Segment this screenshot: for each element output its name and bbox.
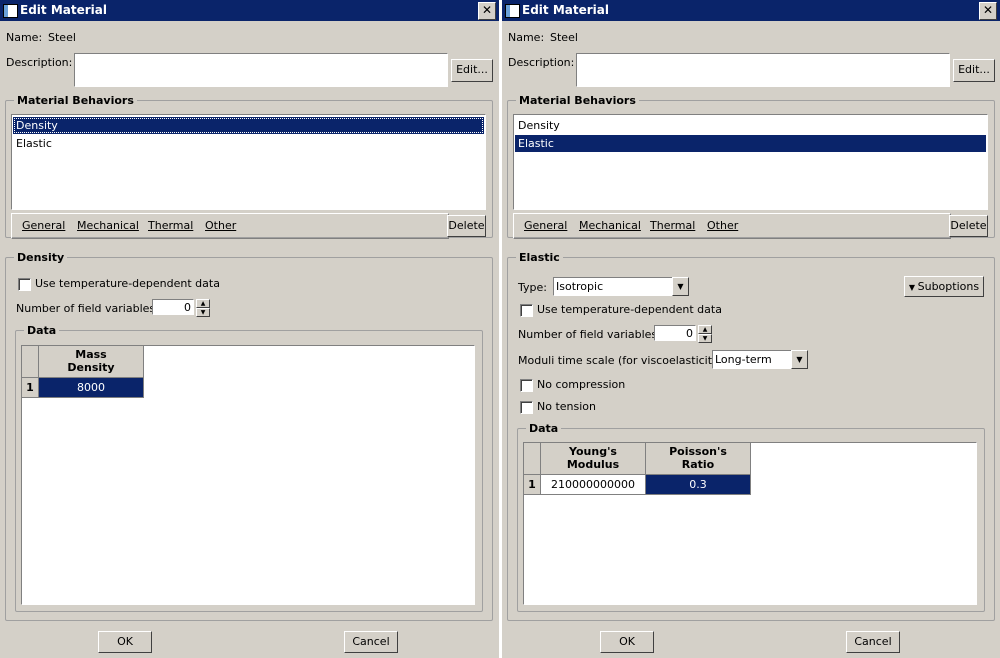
description-label: Description: — [508, 56, 575, 69]
behavior-item-elastic[interactable]: Elastic — [515, 135, 986, 152]
menu-mechanical[interactable]: Mechanical — [77, 219, 139, 232]
cancel-button[interactable]: Cancel — [344, 631, 398, 653]
field-variables-stepper[interactable]: 0 ▲ ▼ — [152, 299, 210, 317]
name-label: Name: — [6, 31, 43, 44]
use-temperature-dependent-label: Use temperature-dependent data — [537, 303, 722, 316]
edit-material-dialog-elastic: Edit Material ✕ Name: Steel Description:… — [502, 0, 1000, 658]
no-tension-label: No tension — [537, 400, 596, 413]
description-field[interactable] — [576, 53, 950, 87]
moduli-time-scale-select[interactable]: Long-term ▼ — [712, 350, 808, 369]
type-select[interactable]: Isotropic ▼ — [553, 277, 689, 296]
behavior-item-elastic[interactable]: Elastic — [13, 135, 484, 152]
increment-arrow-icon[interactable]: ▲ — [698, 325, 712, 334]
use-temperature-dependent-checkbox[interactable] — [18, 278, 31, 291]
menu-thermal[interactable]: Thermal — [650, 219, 695, 232]
column-header-youngs-modulus[interactable]: Young's Modulus — [541, 443, 646, 475]
type-value[interactable]: Isotropic — [553, 277, 689, 296]
menu-general[interactable]: General — [22, 219, 65, 232]
density-section-title: Density — [14, 251, 68, 264]
material-behaviors-title: Material Behaviors — [14, 94, 137, 107]
no-compression-checkbox[interactable] — [520, 379, 533, 392]
decrement-arrow-icon[interactable]: ▼ — [698, 334, 712, 343]
delete-button[interactable]: Delete — [447, 215, 486, 237]
description-label: Description: — [6, 56, 73, 69]
behaviors-list[interactable]: Density Elastic — [11, 114, 486, 210]
window-title: Edit Material — [20, 3, 107, 17]
table-cell-youngs-modulus[interactable]: 210000000000 — [541, 475, 646, 495]
delete-button[interactable]: Delete — [949, 215, 988, 237]
suboptions-label: Suboptions — [917, 280, 980, 293]
menu-other[interactable]: Other — [205, 219, 236, 232]
no-compression-label: No compression — [537, 378, 626, 391]
close-icon[interactable]: ✕ — [979, 2, 997, 20]
menu-mechanical[interactable]: Mechanical — [579, 219, 641, 232]
name-value: Steel — [550, 31, 578, 44]
edit-description-button[interactable]: Edit... — [953, 59, 995, 82]
column-header-poissons-ratio[interactable]: Poisson's Ratio — [646, 443, 751, 475]
field-variables-label: Number of field variables: — [518, 328, 661, 341]
description-field[interactable] — [74, 53, 448, 87]
window-icon — [505, 4, 520, 18]
close-icon[interactable]: ✕ — [478, 2, 496, 20]
menu-other[interactable]: Other — [707, 219, 738, 232]
title-bar[interactable]: Edit Material ✕ — [0, 0, 499, 21]
elastic-section-title: Elastic — [516, 251, 563, 264]
name-label: Name: — [508, 31, 545, 44]
table-cell-mass-density[interactable]: 8000 — [39, 378, 144, 398]
use-temperature-dependent-checkbox[interactable] — [520, 304, 533, 317]
table-corner — [524, 443, 541, 475]
name-value: Steel — [48, 31, 76, 44]
field-variables-input[interactable]: 0 — [654, 325, 696, 341]
behavior-item-density[interactable]: Density — [515, 117, 986, 134]
window-icon — [3, 4, 18, 18]
menu-general[interactable]: General — [524, 219, 567, 232]
data-title: Data — [24, 324, 60, 337]
edit-material-dialog-density: Edit Material ✕ Name: Steel Description:… — [0, 0, 499, 658]
increment-arrow-icon[interactable]: ▲ — [196, 299, 210, 308]
window-title: Edit Material — [522, 3, 609, 17]
behaviors-list[interactable]: Density Elastic — [513, 114, 988, 210]
edit-description-button[interactable]: Edit... — [451, 59, 493, 82]
column-header-mass-density[interactable]: Mass Density — [39, 346, 144, 378]
ok-button[interactable]: OK — [600, 631, 654, 653]
field-variables-input[interactable]: 0 — [152, 299, 194, 315]
row-header[interactable]: 1 — [524, 475, 541, 495]
behavior-item-density[interactable]: Density — [13, 117, 484, 134]
row-header[interactable]: 1 — [22, 378, 39, 398]
suboptions-button[interactable]: ▼ Suboptions — [904, 276, 984, 297]
type-label: Type: — [518, 281, 547, 294]
data-table[interactable]: Young's Modulus Poisson's Ratio 1 210000… — [523, 442, 977, 605]
use-temperature-dependent-label: Use temperature-dependent data — [35, 277, 220, 290]
material-behaviors-title: Material Behaviors — [516, 94, 639, 107]
data-table[interactable]: Mass Density 1 8000 — [21, 345, 475, 605]
menu-thermal[interactable]: Thermal — [148, 219, 193, 232]
data-title: Data — [526, 422, 562, 435]
ok-button[interactable]: OK — [98, 631, 152, 653]
table-cell-poissons-ratio[interactable]: 0.3 — [646, 475, 751, 495]
table-corner — [22, 346, 39, 378]
dropdown-arrow-icon: ▼ — [908, 283, 918, 292]
decrement-arrow-icon[interactable]: ▼ — [196, 308, 210, 317]
field-variables-stepper[interactable]: 0 ▲ ▼ — [654, 325, 712, 343]
dropdown-arrow-icon[interactable]: ▼ — [791, 350, 808, 369]
cancel-button[interactable]: Cancel — [846, 631, 900, 653]
no-tension-checkbox[interactable] — [520, 401, 533, 414]
moduli-time-scale-label: Moduli time scale (for viscoelasticity): — [518, 354, 727, 367]
title-bar[interactable]: Edit Material ✕ — [502, 0, 1000, 21]
dropdown-arrow-icon[interactable]: ▼ — [672, 277, 689, 296]
field-variables-label: Number of field variables: — [16, 302, 159, 315]
